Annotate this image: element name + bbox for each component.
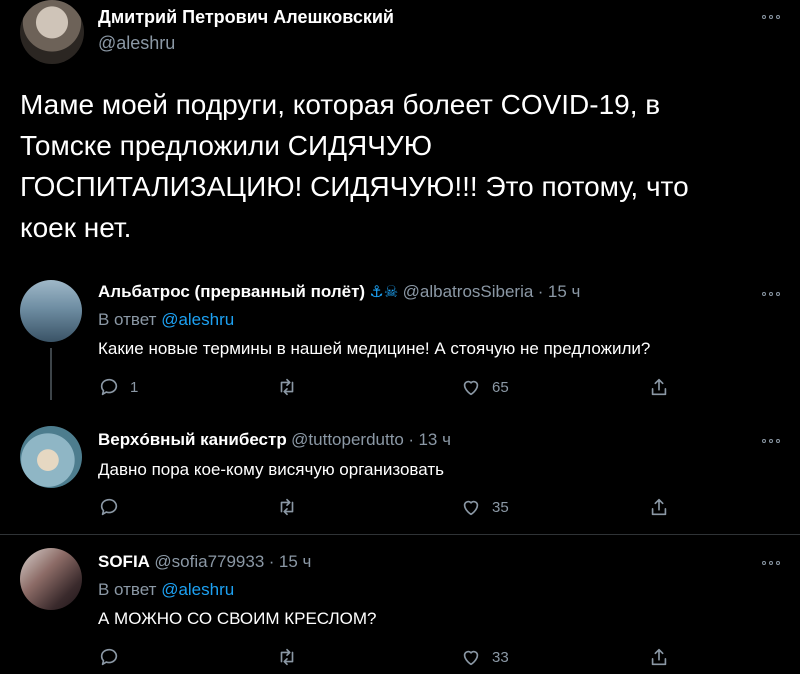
reply-time[interactable]: 15 ч (279, 552, 312, 571)
reply-author-name[interactable]: Альбатрос (прерванный полёт) (98, 282, 365, 301)
retweet-button[interactable] (276, 376, 298, 398)
separator-dot: · (408, 430, 415, 449)
retweet-button[interactable] (276, 496, 298, 518)
reply-author-name[interactable]: Верхóвный канибестр (98, 430, 287, 449)
reply-header: Альбатрос (прерванный полёт) ⚓☠ @albatro… (98, 282, 580, 302)
reply-author-handle[interactable]: @sofia779933 (154, 552, 264, 571)
reply-author-handle[interactable]: @tuttoperdutto (291, 430, 404, 449)
share-icon (651, 498, 667, 516)
share-icon (651, 378, 667, 396)
badge-emoji-icon: ⚓☠ (369, 284, 399, 301)
more-options-icon[interactable] (762, 289, 786, 299)
heart-icon (463, 380, 479, 396)
reply-avatar[interactable] (20, 280, 82, 342)
more-options-icon[interactable] (762, 436, 786, 446)
heart-icon (463, 500, 479, 516)
share-icon (651, 648, 667, 666)
reply-header: Верхóвный канибестр @tuttoperdutto · 13 … (98, 430, 451, 450)
reply-time[interactable]: 15 ч (548, 282, 581, 301)
like-count: 35 (492, 498, 509, 516)
retweet-button[interactable] (276, 646, 298, 668)
author-handle[interactable]: @aleshru (98, 33, 175, 54)
like-count: 65 (492, 378, 509, 396)
reply-avatar[interactable] (20, 548, 82, 610)
retweet-icon (280, 498, 294, 516)
replying-to-label: В ответ (98, 310, 157, 329)
reply-header: SOFIA @sofia779933 · 15 ч (98, 552, 311, 572)
author-name[interactable]: Дмитрий Петрович Алешковский (98, 7, 394, 28)
reply-count: 1 (130, 378, 139, 396)
tweet-text: Маме моей подруги, которая болеет COVID-… (20, 89, 689, 243)
reply-author-name[interactable]: SOFIA (98, 552, 150, 571)
thread-line (50, 348, 52, 400)
reply-divider (0, 534, 800, 535)
retweet-icon (280, 648, 294, 666)
reply-button[interactable]: 1 (98, 376, 138, 398)
like-count: 33 (492, 648, 509, 666)
replying-to-handle[interactable]: @aleshru (161, 580, 234, 599)
share-button[interactable] (648, 376, 670, 398)
reply-icon (100, 378, 118, 396)
reply-author-handle[interactable]: @albatrosSiberia (403, 282, 534, 301)
reply-icon (100, 498, 118, 516)
reply-text: А МОЖНО СО СВОИМ КРЕСЛОМ? (98, 609, 377, 628)
reply-button[interactable] (98, 496, 130, 518)
reply-time[interactable]: 13 ч (418, 430, 451, 449)
reply-avatar[interactable] (20, 426, 82, 488)
reply-icon (100, 648, 118, 666)
separator-dot: · (537, 282, 544, 301)
separator-dot: · (268, 552, 275, 571)
share-button[interactable] (648, 646, 670, 668)
more-options-icon[interactable] (762, 12, 786, 22)
like-button[interactable]: 65 (460, 376, 509, 398)
like-button[interactable]: 33 (460, 646, 509, 668)
retweet-icon (280, 378, 294, 396)
replying-to-handle[interactable]: @aleshru (161, 310, 234, 329)
share-button[interactable] (648, 496, 670, 518)
replying-to: В ответ @aleshru (98, 310, 234, 330)
reply-text: Давно пора кое-кому висячую организовать (98, 460, 445, 479)
reply-text: Какие новые термины в нашей медицине! А … (98, 339, 651, 358)
reply-button[interactable] (98, 646, 130, 668)
heart-icon (463, 650, 479, 666)
more-options-icon[interactable] (762, 558, 786, 568)
replying-to-label: В ответ (98, 580, 157, 599)
like-button[interactable]: 35 (460, 496, 509, 518)
author-avatar[interactable] (20, 0, 84, 64)
replying-to: В ответ @aleshru (98, 580, 234, 600)
